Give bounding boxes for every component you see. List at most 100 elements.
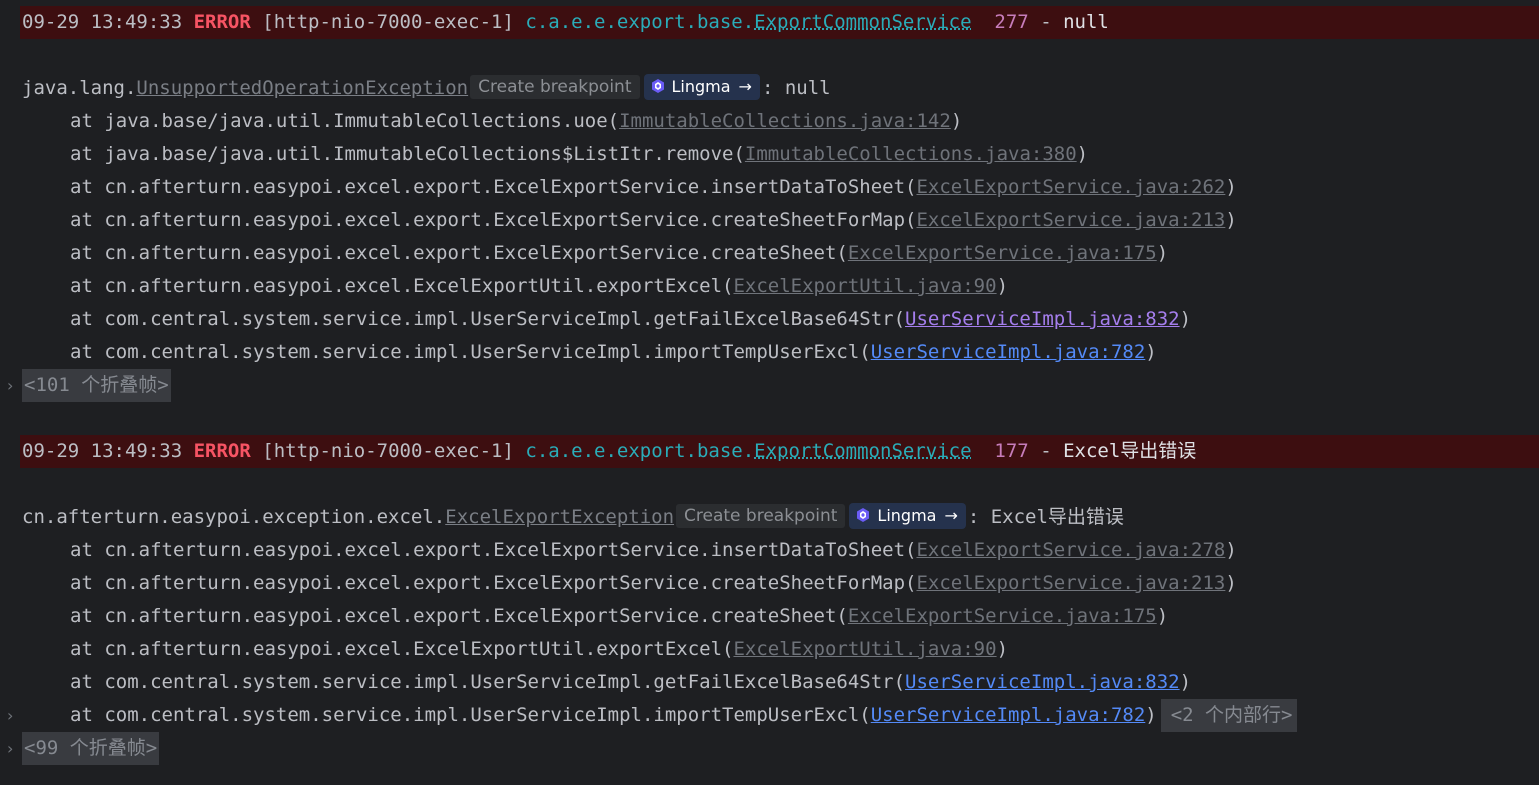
lingma-logo-icon <box>651 79 664 93</box>
stack-frame: at cn.afterturn.easypoi.excel.export.Exc… <box>70 567 1237 600</box>
frame-method: at com.central.system.service.impl.UserS… <box>70 308 906 330</box>
frame-location-link[interactable]: ExcelExportService.java:278 <box>916 539 1225 561</box>
log-line-1: 09-29 13:49:33 ERROR [http-nio-7000-exec… <box>22 6 1109 39</box>
folded-frames-toggle[interactable]: <101 个折叠帧> <box>22 369 171 402</box>
logger-package: c.a.e.e.export.base. <box>525 440 755 462</box>
logger-class-link[interactable]: ExportCommonService <box>754 11 971 33</box>
stack-frame: at cn.afterturn.easypoi.excel.export.Exc… <box>70 171 1237 204</box>
stack-frame: at java.base/java.util.ImmutableCollecti… <box>70 105 962 138</box>
frame-paren: ) <box>1179 308 1192 330</box>
frame-paren: ) <box>1156 605 1169 627</box>
frame-paren: ) <box>950 110 963 132</box>
frame-method: at cn.afterturn.easypoi.excel.ExcelExpor… <box>70 638 734 660</box>
logger-package: c.a.e.e.export.base. <box>525 11 755 33</box>
inner-lines-toggle[interactable]: <2 个内部行> <box>1160 699 1297 732</box>
frame-method: at com.central.system.service.impl.UserS… <box>70 704 871 726</box>
frame-method: at cn.afterturn.easypoi.excel.ExcelExpor… <box>70 275 734 297</box>
frame-location-link[interactable]: ExcelExportService.java:213 <box>916 209 1225 231</box>
stack-frame: at cn.afterturn.easypoi.excel.export.Exc… <box>70 204 1237 237</box>
chevron-right-icon[interactable]: › <box>7 699 17 732</box>
frame-location-link[interactable]: ImmutableCollections.java:142 <box>619 110 951 132</box>
stack-frame: at cn.afterturn.easypoi.excel.ExcelExpor… <box>70 270 1008 303</box>
frame-method: at java.base/java.util.ImmutableCollecti… <box>70 143 745 165</box>
arrow-right-icon: → <box>944 506 958 525</box>
frame-paren: ) <box>1225 176 1237 198</box>
frame-paren: ) <box>1145 341 1157 363</box>
log-thread: [http-nio-7000-exec-1] <box>262 11 514 33</box>
stack-frame: at cn.afterturn.easypoi.excel.ExcelExpor… <box>70 633 1008 666</box>
exception-class-link[interactable]: ExcelExportException <box>445 506 674 528</box>
frame-method: at cn.afterturn.easypoi.excel.export.Exc… <box>70 176 917 198</box>
frame-method: at com.central.system.service.impl.UserS… <box>70 671 906 693</box>
frame-paren: ) <box>1179 671 1192 693</box>
frame-location-link[interactable]: ExcelExportUtil.java:90 <box>733 638 996 660</box>
stack-frame: at com.central.system.service.impl.UserS… <box>70 666 1191 699</box>
frame-method: at cn.afterturn.easypoi.excel.export.Exc… <box>70 242 848 264</box>
frame-location-link[interactable]: ExcelExportUtil.java:90 <box>733 275 996 297</box>
frame-paren: ) <box>1225 539 1237 561</box>
frame-method: at java.base/java.util.ImmutableCollecti… <box>70 110 620 132</box>
stack-frame: at com.central.system.service.impl.UserS… <box>70 699 1297 732</box>
lingma-button[interactable]: Lingma → <box>643 74 760 100</box>
frame-location-link[interactable]: ExcelExportService.java:213 <box>916 572 1225 594</box>
chevron-right-icon[interactable]: › <box>7 369 17 402</box>
log-level: ERROR <box>193 11 251 33</box>
frame-location-link[interactable]: ExcelExportService.java:262 <box>916 176 1225 198</box>
frame-method: at cn.afterturn.easypoi.excel.export.Exc… <box>70 209 917 231</box>
exception-header-1: java.lang.UnsupportedOperationException C… <box>22 72 831 105</box>
frame-method: at cn.afterturn.easypoi.excel.export.Exc… <box>70 539 917 561</box>
lingma-label: Lingma <box>671 77 731 96</box>
frame-paren: ) <box>1145 704 1157 726</box>
exception-message: : null <box>761 77 831 99</box>
frame-location-link[interactable]: ExcelExportService.java:175 <box>848 605 1157 627</box>
frame-method: at com.central.system.service.impl.UserS… <box>70 341 871 363</box>
frame-method: at cn.afterturn.easypoi.excel.export.Exc… <box>70 605 848 627</box>
log-line-number: 177 <box>994 440 1029 462</box>
exception-class-link[interactable]: UnsupportedOperationException <box>136 77 468 99</box>
frame-paren: ) <box>1076 143 1089 165</box>
log-line-2: 09-29 13:49:33 ERROR [http-nio-7000-exec… <box>22 435 1196 468</box>
exception-message: : Excel导出错误 <box>967 506 1124 528</box>
frame-location-link[interactable]: ExcelExportService.java:175 <box>848 242 1157 264</box>
frame-location-link[interactable]: UserServiceImpl.java:832 <box>905 308 1180 330</box>
log-thread: [http-nio-7000-exec-1] <box>262 440 514 462</box>
log-timestamp: 09-29 13:49:33 <box>22 11 183 33</box>
exception-package: cn.afterturn.easypoi.exception.excel. <box>22 506 446 528</box>
stack-frame: at cn.afterturn.easypoi.excel.export.Exc… <box>70 237 1168 270</box>
frame-paren: ) <box>996 275 1009 297</box>
arrow-right-icon: → <box>738 77 752 96</box>
frame-paren: ) <box>996 638 1009 660</box>
console-output[interactable]: 09-29 13:49:33 ERROR [http-nio-7000-exec… <box>0 0 1539 785</box>
log-separator: - <box>1040 11 1052 33</box>
log-line-number: 277 <box>994 11 1029 33</box>
log-separator: - <box>1040 440 1052 462</box>
frame-location-link[interactable]: ImmutableCollections.java:380 <box>745 143 1077 165</box>
log-message: null <box>1063 11 1109 33</box>
chevron-right-icon[interactable]: › <box>7 732 17 765</box>
frame-paren: ) <box>1225 572 1237 594</box>
exception-package: java.lang. <box>22 77 137 99</box>
stack-frame: at java.base/java.util.ImmutableCollecti… <box>70 138 1088 171</box>
create-breakpoint-button[interactable]: Create breakpoint <box>676 504 846 528</box>
log-level: ERROR <box>193 440 251 462</box>
frame-paren: ) <box>1156 242 1169 264</box>
folded-frames-toggle[interactable]: <99 个折叠帧> <box>22 732 160 765</box>
log-message: Excel导出错误 <box>1063 440 1197 462</box>
frame-location-link[interactable]: UserServiceImpl.java:782 <box>871 341 1146 363</box>
lingma-label: Lingma <box>877 506 937 525</box>
log-timestamp: 09-29 13:49:33 <box>22 440 183 462</box>
exception-header-2: cn.afterturn.easypoi.exception.excel.Exc… <box>22 501 1124 534</box>
frame-paren: ) <box>1225 209 1237 231</box>
frame-location-link[interactable]: UserServiceImpl.java:782 <box>871 704 1146 726</box>
frame-method: at cn.afterturn.easypoi.excel.export.Exc… <box>70 572 917 594</box>
stack-frame: at com.central.system.service.impl.UserS… <box>70 336 1157 369</box>
lingma-logo-icon <box>857 508 870 522</box>
logger-class-link[interactable]: ExportCommonService <box>754 440 971 462</box>
stack-frame: at cn.afterturn.easypoi.excel.export.Exc… <box>70 600 1168 633</box>
stack-frame: at com.central.system.service.impl.UserS… <box>70 303 1191 336</box>
top-edge <box>20 0 1539 5</box>
lingma-button[interactable]: Lingma → <box>849 503 966 529</box>
stack-frame: at cn.afterturn.easypoi.excel.export.Exc… <box>70 534 1237 567</box>
create-breakpoint-button[interactable]: Create breakpoint <box>470 75 640 99</box>
frame-location-link[interactable]: UserServiceImpl.java:832 <box>905 671 1180 693</box>
